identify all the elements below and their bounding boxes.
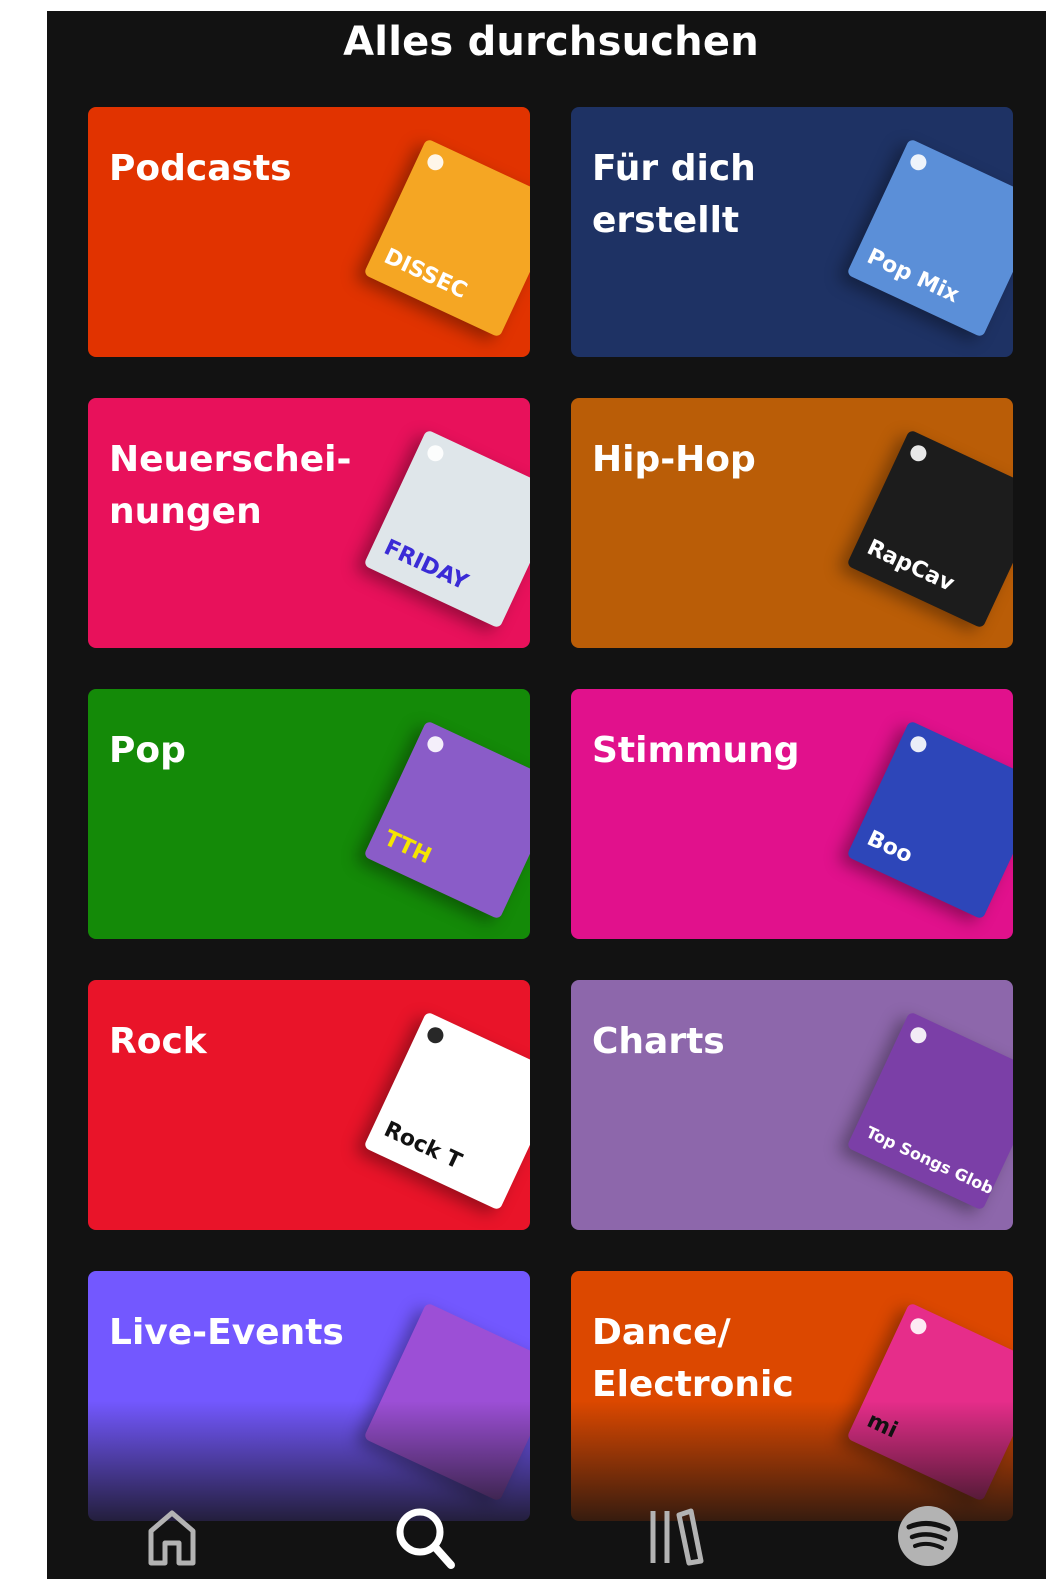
- library-icon: [650, 1508, 704, 1566]
- cover-text: Boo: [863, 826, 917, 869]
- category-card-charts[interactable]: Charts Top Songs Global: [571, 980, 1013, 1230]
- spotify-badge-icon: [907, 442, 930, 464]
- cover-text: DISSEC: [380, 244, 471, 304]
- category-label: Neuerschei- nungen: [109, 439, 352, 532]
- spotify-badge-icon: [424, 1024, 447, 1046]
- category-card-neuerscheinungen[interactable]: Neuerschei- nungen FRIDAY: [88, 398, 530, 648]
- category-label: Live-Events: [109, 1312, 344, 1353]
- home-icon: [148, 1510, 196, 1566]
- category-label: Für dich erstellt: [592, 148, 756, 241]
- bottom-navigation: [47, 1501, 1046, 1579]
- category-card-stimmung[interactable]: Stimmung Boo: [571, 689, 1013, 939]
- category-label: Dance/ Electronic: [592, 1312, 794, 1405]
- app-screen: Alles durchsuchen Podcasts DISSEC Für di…: [47, 11, 1046, 1579]
- cover-text: FRIDAY: [380, 535, 472, 596]
- category-label: Podcasts: [109, 148, 292, 189]
- spotify-badge-icon: [424, 442, 447, 464]
- cover-text: TTH: [380, 826, 436, 870]
- category-card-hip-hop[interactable]: Hip-Hop RapCav: [571, 398, 1013, 648]
- spotify-logo-icon: [898, 1506, 958, 1566]
- spotify-badge-icon: [907, 1315, 930, 1337]
- cover-text: Rock T: [380, 1117, 466, 1175]
- spotify-badge-icon: [907, 733, 930, 755]
- category-card-podcasts[interactable]: Podcasts DISSEC: [88, 107, 530, 357]
- rapcaviar-cover-icon: RapCav: [846, 429, 1013, 629]
- category-label: Hip-Hop: [592, 439, 756, 480]
- category-label: Rock: [109, 1021, 207, 1062]
- spotify-badge-icon: [424, 151, 447, 173]
- page-title: Alles durchsuchen: [343, 19, 759, 65]
- category-card-pop[interactable]: Pop TTH: [88, 689, 530, 939]
- category-label: Stimmung: [592, 730, 800, 771]
- nav-library[interactable]: [641, 1501, 711, 1571]
- spotify-badge-icon: [907, 1024, 930, 1046]
- top-songs-global-cover-icon: Top Songs Global: [846, 1011, 1013, 1211]
- nav-home[interactable]: [137, 1501, 207, 1571]
- nav-premium[interactable]: [893, 1501, 963, 1571]
- cover-text: RapCav: [863, 535, 958, 597]
- category-card-fuer-dich-erstellt[interactable]: Für dich erstellt Pop Mix: [571, 107, 1013, 357]
- spotify-badge-icon: [907, 151, 930, 173]
- cover-text: Top Songs Global: [863, 1122, 1012, 1206]
- podcast-cover-icon: DISSEC: [363, 138, 530, 338]
- category-label: Pop: [109, 730, 186, 771]
- pop-mix-cover-icon: Pop Mix: [846, 138, 1013, 338]
- nav-search[interactable]: [389, 1501, 459, 1571]
- search-icon: [396, 1508, 455, 1569]
- cover-text: Pop Mix: [863, 244, 963, 309]
- category-card-rock[interactable]: Rock Rock T: [88, 980, 530, 1230]
- rock-this-cover-icon: Rock T: [363, 1011, 530, 1211]
- category-label: Charts: [592, 1021, 725, 1062]
- mood-booster-cover-icon: Boo: [846, 720, 1013, 920]
- today-top-hits-cover-icon: TTH: [363, 720, 530, 920]
- new-music-friday-cover-icon: FRIDAY: [363, 429, 530, 629]
- spotify-badge-icon: [424, 733, 447, 755]
